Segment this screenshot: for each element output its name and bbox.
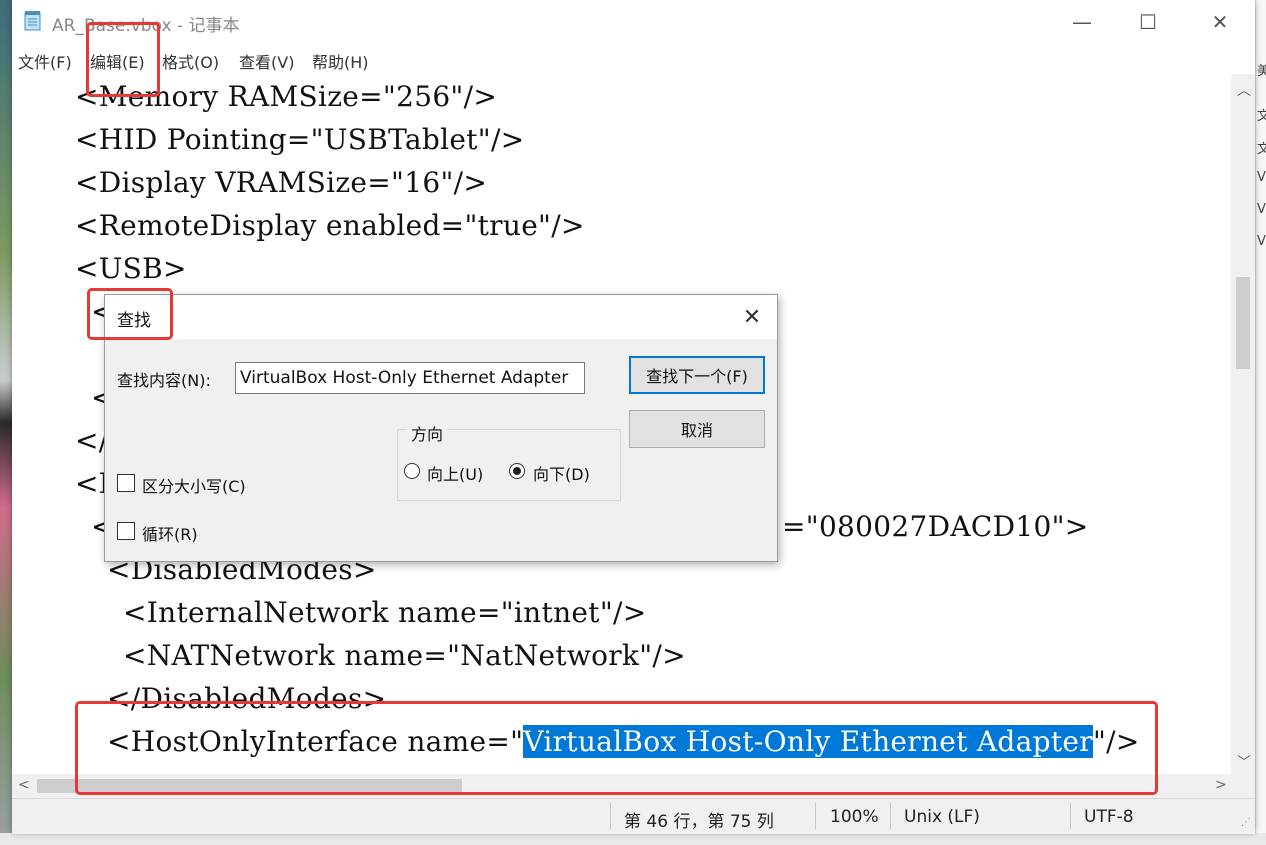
direction-down-label[interactable]: 向下(D) xyxy=(533,461,590,485)
desktop-glyph: Vi xyxy=(1257,234,1266,249)
find-dialog: 查找 ✕ 查找内容(N): 查找下一个(F) 取消 方向 向上(U) 向下(D)… xyxy=(104,294,778,562)
status-divider xyxy=(815,803,816,829)
status-position: 第 46 行，第 75 列 xyxy=(624,812,774,832)
find-what-input[interactable] xyxy=(235,362,585,394)
direction-label: 方向 xyxy=(407,421,448,445)
desktop-background-bottom xyxy=(0,833,1266,845)
close-icon: ✕ xyxy=(1211,10,1229,34)
find-next-button[interactable]: 查找下一个(F) xyxy=(629,356,765,394)
maximize-button[interactable]: ☐ xyxy=(1125,0,1171,44)
editor-line-mac: ="080027DACD10"> xyxy=(782,510,1089,543)
close-button[interactable]: ✕ xyxy=(1197,0,1243,44)
resize-grip-icon[interactable]: ⋰ xyxy=(1241,817,1251,828)
scroll-left-icon[interactable]: < xyxy=(18,777,30,793)
editor-line: <RemoteDisplay enabled="true"/> xyxy=(75,209,585,242)
status-zoom: 100% xyxy=(830,807,879,827)
status-divider xyxy=(890,803,891,829)
vertical-scrollbar[interactable]: ︿ ﹀ xyxy=(1231,74,1255,774)
status-divider xyxy=(610,803,611,829)
find-what-label: 查找内容(N): xyxy=(117,371,211,390)
match-case-checkbox[interactable] xyxy=(117,474,135,492)
direction-up-label[interactable]: 向上(U) xyxy=(427,461,483,485)
scroll-down-icon[interactable]: ﹀ xyxy=(1237,752,1251,772)
annotation-find-title xyxy=(87,288,173,340)
direction-up-radio[interactable] xyxy=(404,463,420,479)
desktop-background-right: 美 文 文 Vi VB Vi xyxy=(1255,0,1266,845)
annotation-edit-menu xyxy=(86,22,160,97)
desktop-glyph: VB xyxy=(1257,202,1266,217)
desktop-glyph: 文 xyxy=(1257,109,1266,124)
editor-line: <NATNetwork name="NatNetwork"/> xyxy=(123,639,686,672)
menu-help[interactable]: 帮助(H) xyxy=(312,49,369,73)
dialog-close-icon[interactable]: ✕ xyxy=(737,303,767,333)
menu-view[interactable]: 查看(V) xyxy=(239,49,294,73)
scroll-right-icon[interactable]: > xyxy=(1215,777,1227,793)
wrap-label[interactable]: 循环(R) xyxy=(142,521,198,545)
desktop-glyph: 美 xyxy=(1257,64,1266,79)
editor-line: <USB> xyxy=(75,252,187,285)
menu-format[interactable]: 格式(O) xyxy=(162,49,219,73)
status-divider xyxy=(1070,803,1071,829)
annotation-highlight-line xyxy=(75,701,1158,795)
vertical-scroll-thumb[interactable] xyxy=(1236,277,1250,369)
title-bar[interactable]: AR_Base.vbox - 记事本 — ☐ ✕ xyxy=(12,0,1255,44)
direction-down-radio[interactable] xyxy=(509,463,525,479)
wrap-checkbox[interactable] xyxy=(117,522,135,540)
status-bar: 第 46 行，第 75 列 100% Unix (LF) UTF-8 ⋰ xyxy=(12,798,1255,834)
desktop-background-left xyxy=(0,0,12,845)
status-encoding: UTF-8 xyxy=(1084,807,1134,827)
editor-line: <HID Pointing="USBTablet"/> xyxy=(75,123,525,156)
menu-bar: 文件(F) 编辑(E) 格式(O) 查看(V) 帮助(H) xyxy=(12,44,1255,74)
editor-line: <Display VRAMSize="16"/> xyxy=(75,166,488,199)
maximize-icon: ☐ xyxy=(1139,10,1157,34)
menu-file[interactable]: 文件(F) xyxy=(18,49,72,73)
scroll-up-icon[interactable]: ︿ xyxy=(1237,80,1251,100)
editor-line: <InternalNetwork name="intnet"/> xyxy=(123,596,647,629)
desktop-glyph: 文 xyxy=(1257,142,1266,157)
match-case-label[interactable]: 区分大小写(C) xyxy=(142,473,246,497)
notepad-icon xyxy=(24,11,41,31)
minimize-button[interactable]: — xyxy=(1059,0,1105,44)
desktop-glyph: Vi xyxy=(1257,170,1266,185)
minimize-icon: — xyxy=(1072,10,1092,34)
status-line-ending: Unix (LF) xyxy=(904,807,980,827)
scrollbar-corner xyxy=(1231,774,1255,798)
dialog-title-bar[interactable]: 查找 ✕ xyxy=(105,295,777,339)
cancel-button[interactable]: 取消 xyxy=(629,410,765,448)
